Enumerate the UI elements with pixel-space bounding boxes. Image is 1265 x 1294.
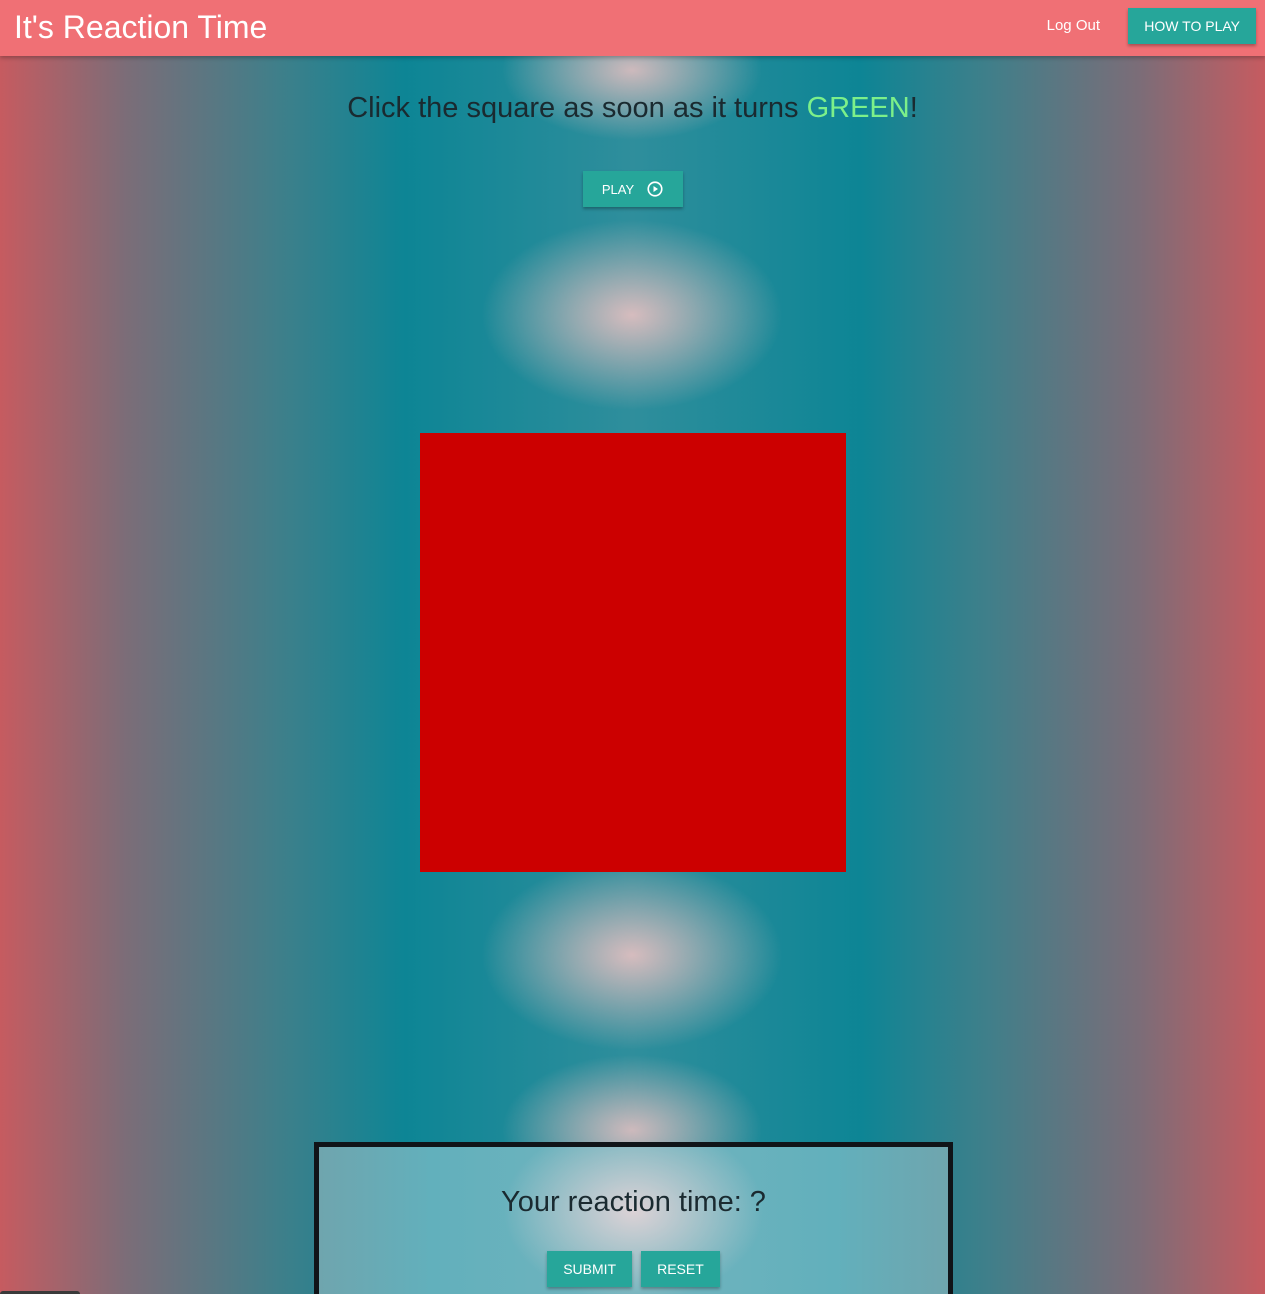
result-buttons: SUBMIT RESET: [319, 1251, 948, 1287]
reaction-square[interactable]: [420, 433, 846, 872]
navbar: It's Reaction Time Log Out HOW TO PLAY: [0, 0, 1265, 56]
how-to-play-button[interactable]: HOW TO PLAY: [1128, 8, 1256, 44]
reaction-time-text: Your reaction time: ?: [501, 1186, 766, 1218]
result-panel: Your reaction time: ? SUBMIT RESET: [314, 1142, 953, 1294]
instruction-text: Click the square as soon as it turns GRE…: [0, 92, 1265, 125]
instruction-highlight: GREEN: [806, 92, 910, 124]
app-title[interactable]: It's Reaction Time: [14, 8, 267, 46]
play-circle-icon: [647, 181, 663, 197]
instruction-suffix: !: [909, 92, 918, 124]
play-button-label: PLAY: [601, 181, 635, 197]
submit-button[interactable]: SUBMIT: [547, 1251, 633, 1287]
logout-link[interactable]: Log Out: [1047, 17, 1100, 34]
play-button[interactable]: PLAY: [583, 171, 683, 207]
reset-button[interactable]: RESET: [641, 1251, 720, 1287]
instruction-prefix: Click the square as soon as it turns: [347, 92, 807, 124]
